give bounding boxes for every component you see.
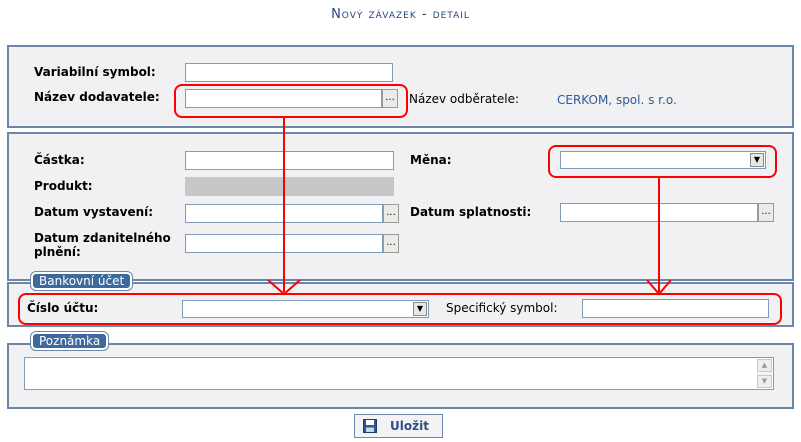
annotation-arrows (267, 117, 672, 296)
save-button[interactable]: Uložit (354, 414, 443, 438)
save-button-label: Uložit (390, 419, 429, 433)
floppy-disk-icon (363, 419, 377, 433)
